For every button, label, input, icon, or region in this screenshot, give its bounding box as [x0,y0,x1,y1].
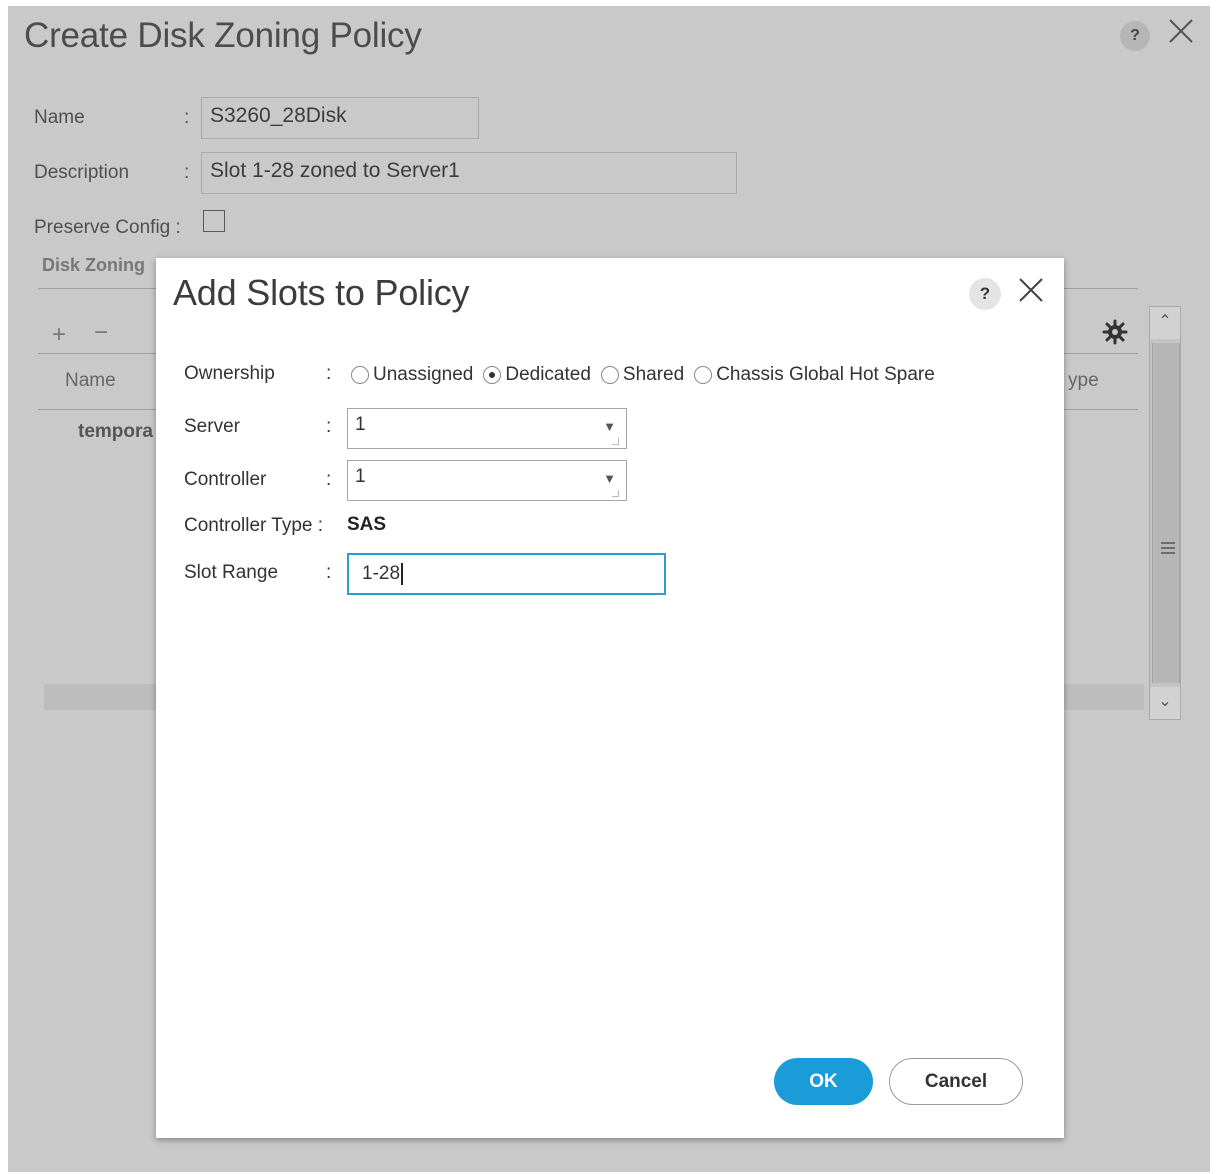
help-icon[interactable]: ? [969,278,1001,310]
scroll-down-icon[interactable]: ⌄ [1150,687,1180,719]
radio-label: Chassis Global Hot Spare [716,364,935,385]
preserve-config-checkbox[interactable] [203,210,225,232]
server-label: Server [184,416,240,437]
ownership-radio-group: Unassigned Dedicated Shared Chassis Glob… [351,362,945,388]
slot-range-label: Slot Range [184,562,279,583]
scroll-up-icon[interactable]: ⌃ [1150,307,1180,339]
colon: : [326,363,332,384]
radio-button[interactable] [351,366,369,384]
radio-button[interactable] [694,366,713,384]
scrollbar-thumb[interactable] [1152,343,1180,683]
radio-dedicated[interactable]: Dedicated [483,364,591,386]
resize-grip-icon [612,490,619,497]
cancel-button[interactable]: Cancel [889,1058,1023,1105]
help-icon[interactable]: ? [1120,21,1150,51]
gear-icon[interactable] [1102,319,1128,345]
controller-label: Controller [184,469,267,490]
table-row[interactable]: tempora [78,421,153,443]
dropdown-arrow-icon[interactable]: ▼ [603,471,616,486]
radio-unassigned[interactable]: Unassigned [351,364,473,386]
radio-label: Shared [622,364,685,385]
colon: : [326,562,332,583]
colon: : [326,469,332,490]
preserve-config-label: Preserve Config : [34,217,181,238]
server-value: 1 [355,414,366,435]
radio-dot [489,372,496,378]
controller-value: 1 [355,466,366,487]
radio-label: Dedicated [505,364,591,385]
close-icon[interactable] [1017,276,1045,304]
resize-grip-icon [612,438,619,445]
radio-button-selected[interactable] [483,366,502,384]
ok-button[interactable]: OK [774,1058,873,1105]
radio-label: Unassigned [373,364,474,385]
ownership-label: Ownership [184,363,275,384]
dialog-title: Create Disk Zoning Policy [24,16,422,55]
close-icon[interactable] [1166,16,1196,46]
colon: : [184,107,190,128]
add-slots-to-policy-dialog: Add Slots to Policy ? Ownership : Unassi… [156,258,1064,1138]
disk-zoning-section-title: Disk Zoning [42,255,145,275]
name-field[interactable]: S3260_28Disk [201,97,479,139]
controller-type-value: SAS [347,514,387,535]
column-header-name[interactable]: Name [65,370,116,392]
slot-range-input[interactable]: 1-28 [347,553,666,595]
column-header-type[interactable]: ype [1068,370,1099,392]
colon: : [326,416,332,437]
description-label: Description [34,162,130,183]
radio-shared[interactable]: Shared [600,364,685,386]
controller-type-label: Controller Type : [184,515,324,536]
radio-chassis-global-hot-spare[interactable]: Chassis Global Hot Spare [694,364,935,386]
vertical-scrollbar[interactable]: ⌃ ⌄ [1149,306,1181,720]
description-field[interactable]: Slot 1-28 zoned to Server1 [201,152,737,194]
radio-button[interactable] [600,366,619,384]
remove-icon[interactable]: − [94,319,108,347]
add-icon[interactable]: + [52,321,66,349]
server-select[interactable]: 1 ▼ [347,408,627,449]
dropdown-arrow-icon[interactable]: ▼ [603,419,616,434]
name-label: Name [34,107,85,128]
slot-range-value: 1-28 [362,563,401,584]
controller-select[interactable]: 1 ▼ [347,460,627,501]
colon: : [184,162,190,183]
dialog-title: Add Slots to Policy [173,272,470,313]
grip-icon [1161,539,1175,557]
text-caret [401,562,403,585]
